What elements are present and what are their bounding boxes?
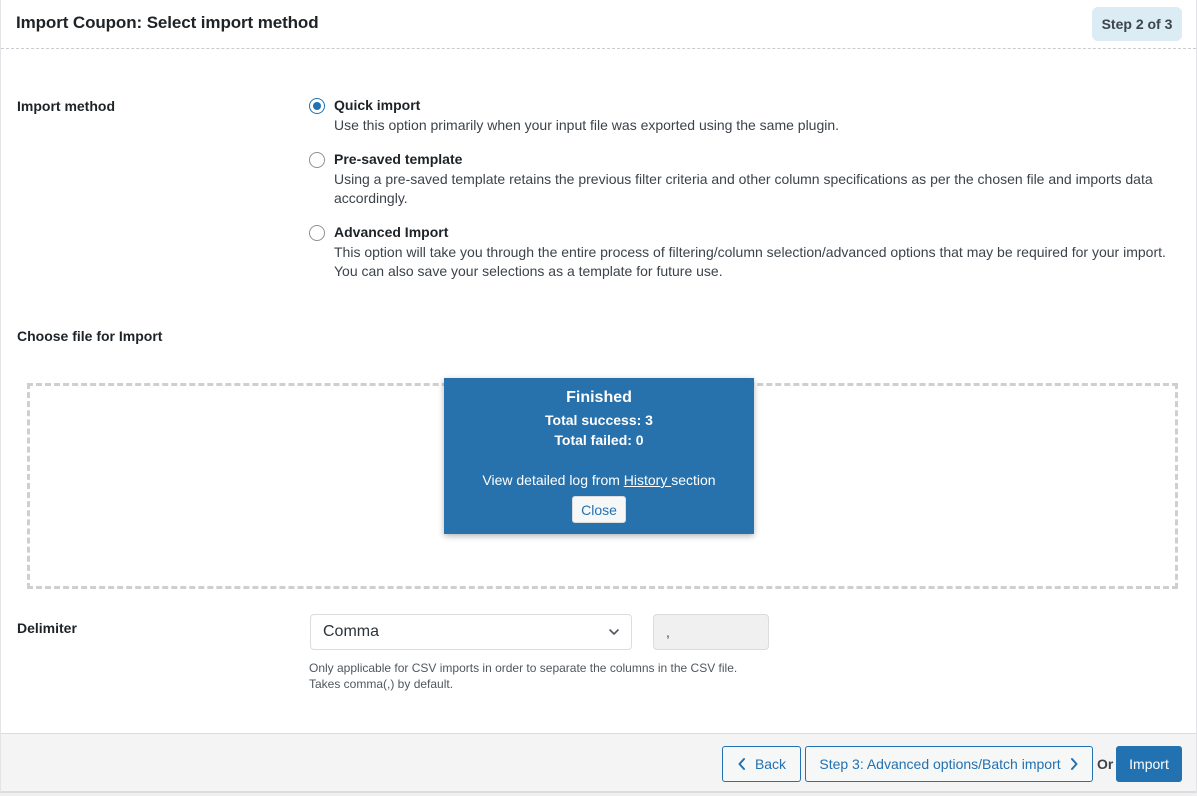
delimiter-label: Delimiter: [17, 620, 77, 636]
advanced-import-description: This option will take you through the en…: [334, 244, 1166, 279]
total-failed: Total failed: 0: [554, 432, 644, 448]
delimiter-help-line1: Only applicable for CSV imports in order…: [309, 661, 738, 675]
close-button[interactable]: Close: [572, 496, 626, 523]
chevron-right-icon: [1069, 757, 1079, 771]
popup-log-text: View detailed log from History section: [444, 472, 754, 488]
chevron-down-icon: [608, 626, 620, 638]
pre-saved-template-description: Using a pre-saved template retains the p…: [334, 171, 1153, 206]
delimiter-character-field[interactable]: ,: [653, 614, 769, 650]
back-button[interactable]: Back: [722, 746, 801, 782]
log-suffix: section: [671, 472, 716, 488]
quick-import-radio[interactable]: [309, 98, 325, 114]
pre-saved-template-title: Pre-saved template: [334, 151, 463, 167]
delimiter-select[interactable]: Comma: [310, 614, 632, 650]
page-title: Import Coupon: Select import method: [16, 13, 319, 32]
or-label: Or: [1097, 756, 1114, 772]
chevron-left-icon: [737, 757, 747, 771]
quick-import-title: Quick import: [334, 97, 421, 113]
step-badge: Step 2 of 3: [1092, 7, 1182, 41]
log-prefix: View detailed log from: [482, 472, 624, 488]
import-method-label: Import method: [17, 98, 115, 114]
footer-bar: Back Step 3: Advanced options/Batch impo…: [1, 733, 1196, 793]
advanced-import-radio[interactable]: [309, 225, 325, 241]
popup-title: Finished: [566, 389, 632, 406]
back-label: Back: [754, 756, 787, 772]
next-label: Step 3: Advanced options/Batch import: [819, 756, 1061, 772]
quick-import-description: Use this option primarily when your inpu…: [334, 117, 840, 133]
delimiter-selected-value: Comma: [323, 623, 380, 640]
import-panel: Import Coupon: Select import method Step…: [0, 0, 1197, 793]
history-link[interactable]: History: [624, 472, 671, 488]
delimiter-help-text: Only applicable for CSV imports in order…: [309, 660, 809, 692]
pre-saved-template-radio[interactable]: [309, 152, 325, 168]
import-button[interactable]: Import: [1116, 746, 1182, 782]
delimiter-help-line2: Takes comma(,) by default.: [309, 677, 454, 691]
advanced-import-title: Advanced Import: [334, 224, 449, 240]
page-header: Import Coupon: Select import method Step…: [1, 0, 1196, 49]
choose-file-label: Choose file for Import: [17, 328, 163, 344]
step-3-advanced-options-button[interactable]: Step 3: Advanced options/Batch import: [805, 746, 1093, 782]
total-success: Total success: 3: [545, 412, 653, 428]
finished-popup: Finished Total success: 3 Total failed: …: [444, 378, 754, 534]
